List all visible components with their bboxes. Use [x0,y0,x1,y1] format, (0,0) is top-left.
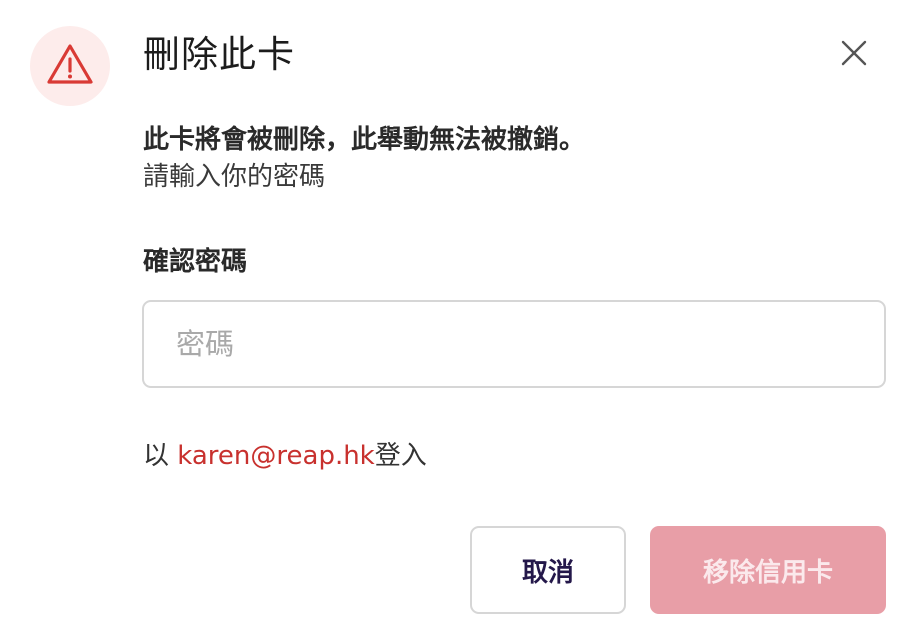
logged-in-as-text: 以 karen@reap.hk登入 [143,438,427,475]
password-input[interactable] [142,300,886,388]
dialog-description: 此卡將會被刪除，此舉動無法被撤銷。 請輸入你的密碼 [143,122,585,196]
cancel-button[interactable]: 取消 [470,526,626,614]
login-suffix: 登入 [374,441,427,471]
login-email: karen@reap.hk [177,441,375,471]
confirm-password-label: 確認密碼 [143,247,248,277]
warning-triangle-icon [46,43,94,89]
password-instruction: 請輸入你的密碼 [143,162,326,192]
warning-badge [30,26,110,106]
remove-card-button[interactable]: 移除信用卡 [650,526,886,614]
warning-message: 此卡將會被刪除，此舉動無法被撤銷。 [143,125,586,155]
close-icon [840,39,868,70]
dialog-title: 刪除此卡 [143,33,295,76]
delete-card-dialog: 刪除此卡 此卡將會被刪除，此舉動無法被撤銷。 請輸入你的密碼 確認密碼 以 ka… [0,0,910,636]
close-button[interactable] [834,34,874,74]
login-prefix: 以 [143,441,178,471]
